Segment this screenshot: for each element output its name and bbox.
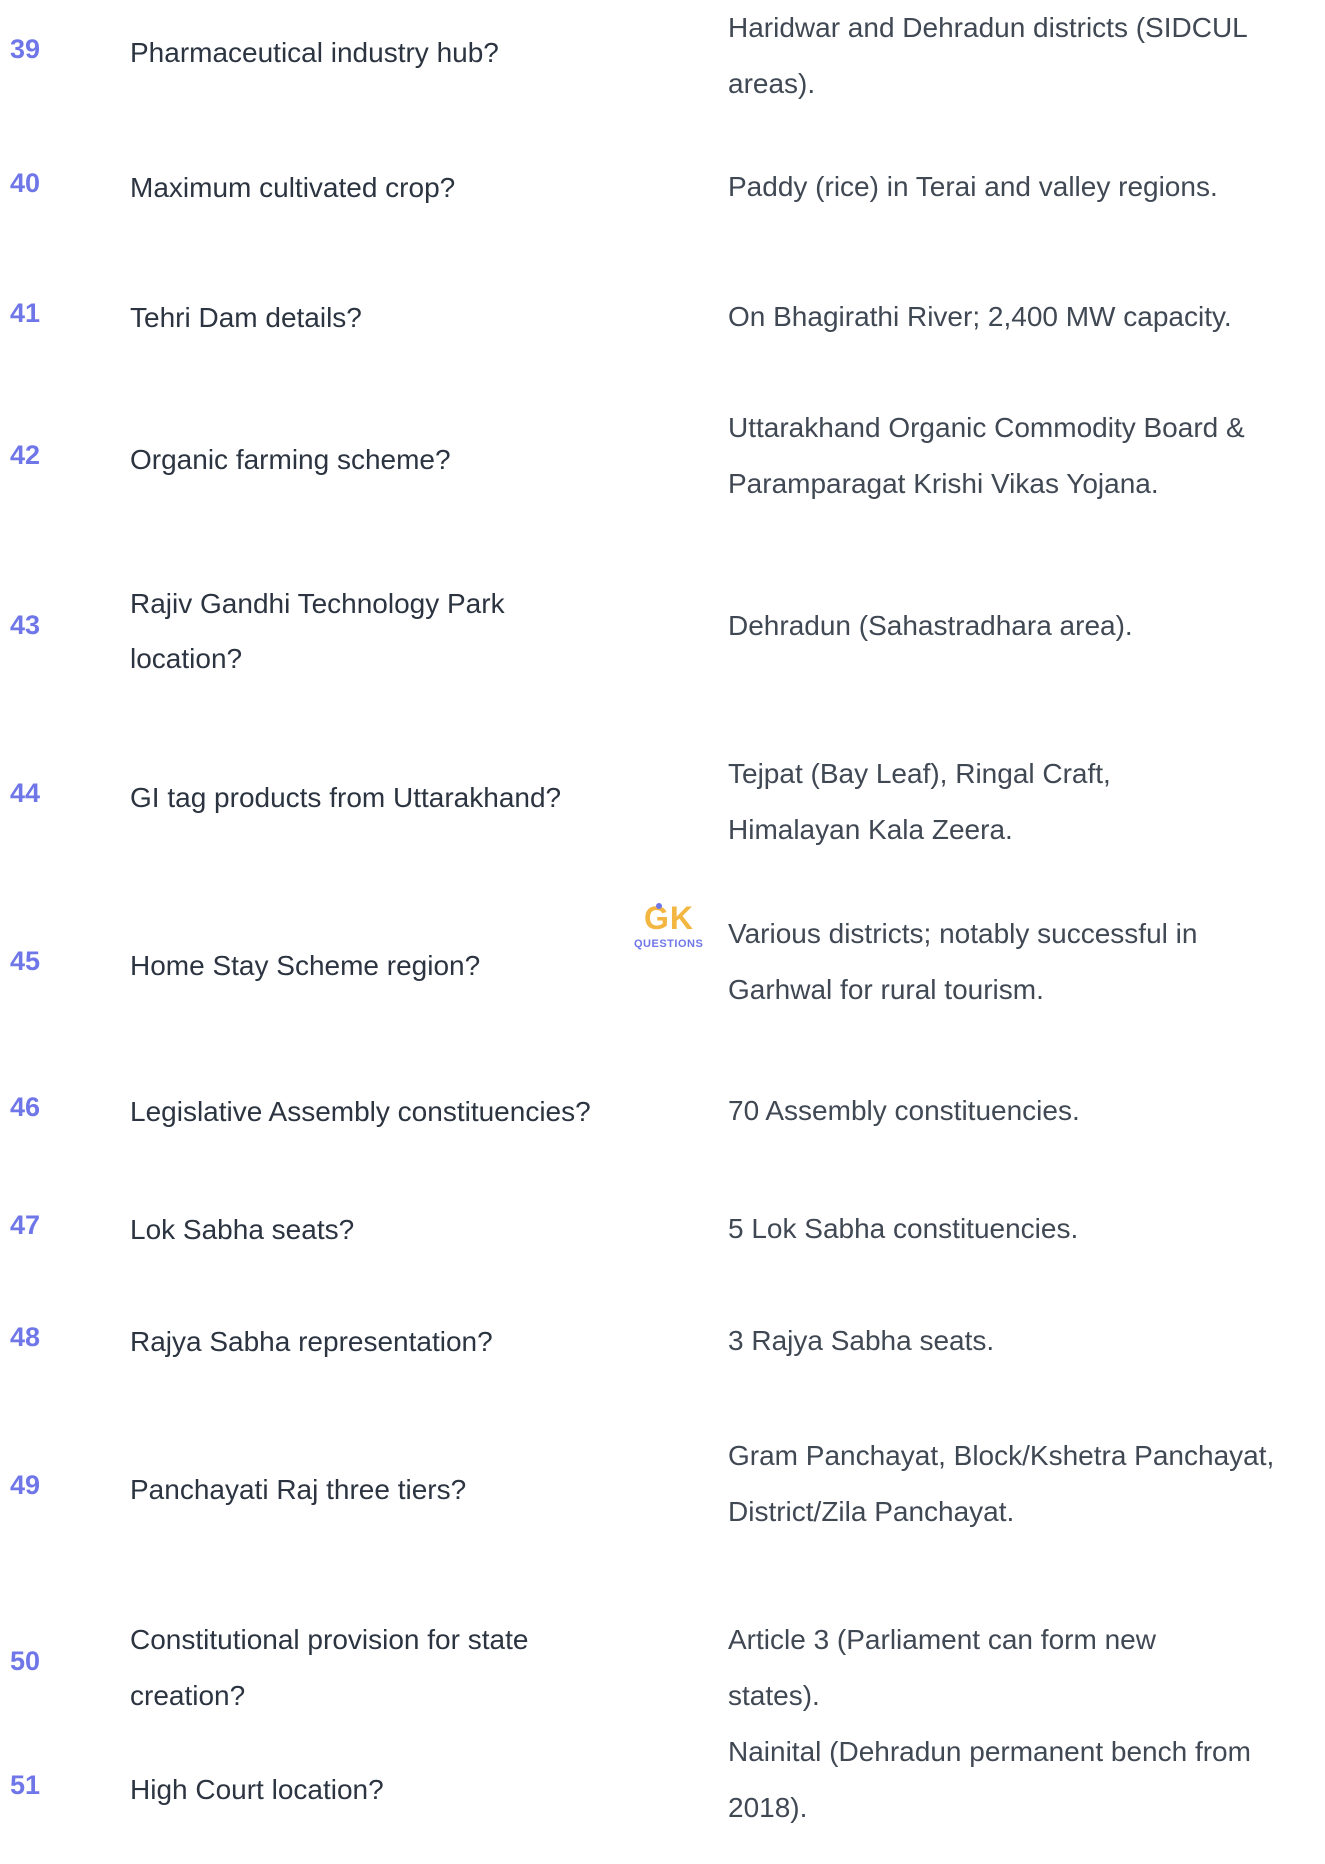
- answer-text: 70 Assembly constituencies.: [728, 1095, 1080, 1126]
- table-row: 39 Pharmaceutical industry hub? Haridwar…: [0, 0, 1325, 106]
- question-text: Rajya Sabha representation?: [130, 1326, 493, 1357]
- question-text: Legislative Assembly constituencies?: [130, 1096, 591, 1127]
- question-text: Panchayati Raj three tiers?: [130, 1474, 467, 1505]
- question-text: Maximum cultivated crop?: [130, 172, 456, 203]
- question-number: 51: [10, 1770, 41, 1800]
- answer-text: 5 Lok Sabha constituencies.: [728, 1213, 1079, 1244]
- question-number: 48: [10, 1322, 41, 1352]
- question-number: 44: [10, 778, 41, 808]
- qa-table: 39 Pharmaceutical industry hub? Haridwar…: [0, 0, 1325, 1823]
- answer-text: Gram Panchayat, Block/Kshetra Panchayat,…: [728, 1440, 1275, 1527]
- answer-text: Dehradun (Sahastradhara area).: [728, 610, 1133, 641]
- question-number: 49: [10, 1470, 41, 1500]
- answer-text: Haridwar and Dehradun districts (SIDCUL …: [728, 12, 1247, 99]
- question-text: Home Stay Scheme region?: [130, 950, 481, 981]
- gk-logo-subtitle: QUESTIONS: [634, 938, 704, 950]
- question-number: 39: [10, 34, 41, 64]
- question-text: GI tag products from Uttarakhand?: [130, 782, 562, 813]
- answer-text: 3 Rajya Sabha seats.: [728, 1325, 995, 1356]
- question-number: 46: [10, 1092, 41, 1122]
- question-text: Constitutional provision for state creat…: [130, 1624, 529, 1711]
- question-number: 40: [10, 168, 41, 198]
- question-text: Organic farming scheme?: [130, 444, 451, 475]
- question-number: 50: [10, 1646, 41, 1676]
- gk-questions-logo: GK QUESTIONS: [634, 900, 703, 962]
- question-text: High Court location?: [130, 1774, 384, 1805]
- question-text: Pharmaceutical industry hub?: [130, 37, 499, 68]
- question-number: 43: [10, 610, 41, 640]
- question-number: 41: [10, 298, 41, 328]
- gk-logo-mark: GK: [644, 900, 694, 936]
- answer-text: Nainital (Dehradun permanent bench from …: [728, 1736, 1251, 1823]
- answer-text: Tejpat (Bay Leaf), Ringal Craft, Himalay…: [728, 758, 1111, 845]
- question-text: Rajiv Gandhi Technology Park location?: [130, 588, 505, 674]
- question-text: Tehri Dam details?: [130, 302, 362, 333]
- answer-text: Various districts; notably successful in…: [728, 918, 1198, 1005]
- question-number: 45: [10, 946, 41, 976]
- answer-text: On Bhagirathi River; 2,400 MW capacity.: [728, 301, 1232, 332]
- gk-logo-dot: [656, 903, 662, 909]
- answer-text: Uttarakhand Organic Commodity Board & Pa…: [728, 412, 1245, 499]
- answer-text: Paddy (rice) in Terai and valley regions…: [728, 171, 1218, 202]
- answer-text: Article 3 (Parliament can form new state…: [728, 1624, 1156, 1711]
- question-number: 42: [10, 440, 41, 470]
- question-text: Lok Sabha seats?: [130, 1214, 355, 1245]
- question-number: 47: [10, 1210, 41, 1240]
